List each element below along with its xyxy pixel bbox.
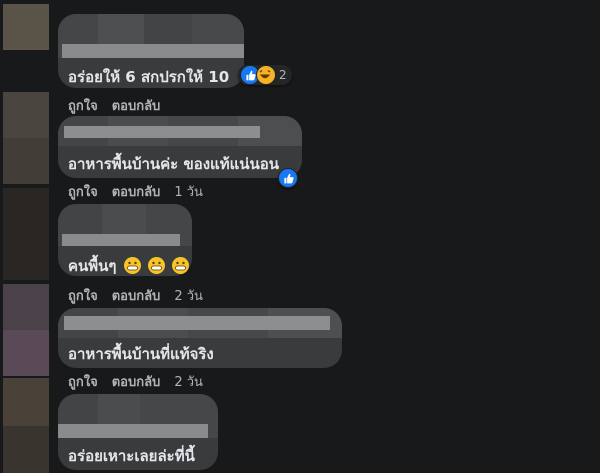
like-button[interactable]: ถูกใจ [68, 95, 98, 116]
comment-text: อาหารพื้นบ้านค่ะ ของแท้แน่นอน [68, 155, 280, 173]
blurred-author-name [58, 116, 302, 146]
reaction-count: 2 [279, 68, 287, 82]
blurred-author-name [58, 308, 342, 338]
haha-icon [256, 65, 276, 85]
like-icon [279, 169, 297, 187]
comment-bubble: คนพื้นๆ [58, 204, 192, 276]
blurred-author-name [58, 394, 218, 438]
grinning-emoji [123, 257, 141, 274]
comment-text: อร่อยให้ 6 สกปรกให้ 10 [68, 68, 230, 86]
comment-bubble: อาหารพื้นบ้านที่แท้จริง [58, 308, 342, 368]
reply-button[interactable]: ตอบกลับ [112, 371, 161, 392]
reaction-summary[interactable] [278, 168, 298, 188]
avatar[interactable] [3, 92, 49, 184]
comment-bubble: อาหารพื้นบ้านค่ะ ของแท้แน่นอน [58, 116, 302, 178]
reaction-summary[interactable]: 2 [238, 65, 292, 85]
reply-button[interactable]: ตอบกลับ [112, 285, 161, 306]
avatar[interactable] [3, 284, 49, 376]
like-button[interactable]: ถูกใจ [68, 371, 98, 392]
comment-text: คนพื้นๆ [68, 254, 190, 278]
blurred-author-name [58, 14, 244, 58]
comment-actions: ถูกใจ ตอบกลับ 2 วัน [68, 285, 217, 306]
timestamp[interactable]: 2 วัน [174, 285, 203, 306]
like-button[interactable]: ถูกใจ [68, 181, 98, 202]
reply-button[interactable]: ตอบกลับ [112, 181, 161, 202]
comment-bubble: อร่อยให้ 6 สกปรกให้ 10 [58, 14, 244, 88]
timestamp[interactable]: 1 วัน [174, 181, 203, 202]
reply-button[interactable]: ตอบกลับ [112, 95, 161, 116]
like-button[interactable]: ถูกใจ [68, 285, 98, 306]
comment-actions: ถูกใจ ตอบกลับ 1 วัน [68, 181, 217, 202]
grinning-emoji [147, 257, 165, 274]
comment-bubble: อร่อยเหาะเลยล่ะที่นี้ [58, 394, 218, 470]
comment-actions: ถูกใจ ตอบกลับ [68, 95, 188, 116]
timestamp[interactable]: 2 วัน [174, 371, 203, 392]
blurred-author-name [58, 204, 192, 246]
avatar[interactable] [3, 378, 49, 473]
comment-actions: ถูกใจ ตอบกลับ 2 วัน [68, 371, 217, 392]
avatar[interactable] [3, 4, 49, 50]
comment-text: อร่อยเหาะเลยล่ะที่นี้ [68, 447, 195, 465]
grinning-emoji [172, 257, 190, 274]
comment-text-body: คนพื้นๆ [68, 257, 117, 275]
avatar[interactable] [3, 188, 49, 280]
comment-text: อาหารพื้นบ้านที่แท้จริง [68, 345, 214, 363]
